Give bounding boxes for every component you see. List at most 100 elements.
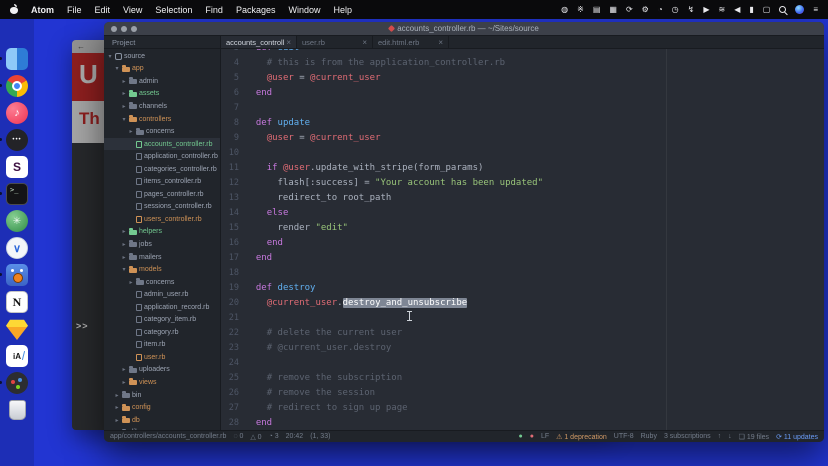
messages-dock-item[interactable]: •••	[6, 129, 28, 151]
menu-help[interactable]: Help	[333, 5, 352, 15]
photos-icon[interactable]: ▤	[593, 6, 601, 14]
bolt-icon[interactable]: ↯	[688, 6, 695, 14]
tree-folder-controllers[interactable]: ▾controllers	[104, 113, 220, 126]
trash-dock-item[interactable]	[6, 399, 28, 421]
subscriptions[interactable]: 3 subscriptions	[664, 433, 711, 440]
grid-icon[interactable]: ▦	[609, 6, 617, 14]
code-text: end	[245, 236, 283, 251]
line-ending[interactable]: LF	[541, 433, 549, 440]
tree-file-sessions_controller.rb[interactable]: sessions_controller.rb	[104, 201, 220, 214]
menu-edit[interactable]: Edit	[95, 5, 111, 15]
tree-file-items_controller.rb[interactable]: items_controller.rb	[104, 175, 220, 188]
notion-dock-item[interactable]: N	[6, 291, 28, 313]
ia-dock-item[interactable]: iA	[6, 345, 28, 367]
apple-menu-icon[interactable]	[10, 5, 18, 14]
face-dock-item[interactable]	[6, 264, 28, 286]
grammar[interactable]: Ruby	[641, 433, 657, 440]
tree-file-accounts_controller.rb[interactable]: accounts_controller.rb	[104, 138, 220, 151]
tree-file-admin_user.rb[interactable]: admin_user.rb	[104, 288, 220, 301]
menu-file[interactable]: File	[67, 5, 82, 15]
tab-user.rb[interactable]: user.rb×	[297, 36, 373, 48]
tree-file-category.rb[interactable]: category.rb	[104, 326, 220, 339]
arrow-up-icon[interactable]: ↑	[718, 433, 722, 440]
slack-dock-item[interactable]: S	[6, 156, 28, 178]
tree-folder-concerns[interactable]: ▸concerns	[104, 125, 220, 138]
media-dock-item[interactable]	[6, 372, 28, 394]
tree-folder-views[interactable]: ▸views	[104, 376, 220, 389]
code-editor[interactable]: 3 def edit4 # this is from the applicati…	[221, 49, 824, 430]
menu-packages[interactable]: Packages	[236, 5, 276, 15]
close-icon[interactable]: ×	[438, 38, 443, 47]
encoding[interactable]: UTF-8	[614, 433, 634, 440]
tree-folder-uploaders[interactable]: ▸uploaders	[104, 364, 220, 377]
diagnostic-info-icon[interactable]: ◔ 3	[269, 433, 279, 440]
battery-icon[interactable]: ▮	[749, 6, 753, 14]
tree-folder-channels[interactable]: ▸channels	[104, 100, 220, 113]
close-icon[interactable]: ×	[362, 38, 367, 47]
tree-file-pages_controller.rb[interactable]: pages_controller.rb	[104, 188, 220, 201]
close-icon[interactable]: ×	[286, 38, 291, 47]
tree-file-user.rb[interactable]: user.rb	[104, 351, 220, 364]
gear-icon[interactable]: ⚙	[642, 6, 649, 14]
project-tab[interactable]: Project	[104, 36, 220, 49]
deprecation-warning[interactable]: ⚠ 1 deprecation	[556, 433, 607, 441]
knot-dock-item[interactable]: ✳	[6, 210, 28, 232]
paw-icon[interactable]: ※	[577, 6, 584, 14]
menu-selection[interactable]: Selection	[155, 5, 192, 15]
clock-icon[interactable]: ◷	[672, 6, 679, 14]
tree-folder-assets[interactable]: ▸assets	[104, 88, 220, 101]
tree-folder-mailers[interactable]: ▸mailers	[104, 251, 220, 264]
tree-folder-config[interactable]: ▸config	[104, 401, 220, 414]
title-bar[interactable]: accounts_controller.rb — ~/Sites/source	[104, 22, 824, 36]
menu-find[interactable]: Find	[205, 5, 223, 15]
finder-dock-item[interactable]	[6, 48, 28, 70]
tree-folder-concerns[interactable]: ▸concerns	[104, 276, 220, 289]
menu-view[interactable]: View	[123, 5, 142, 15]
tab-accounts_controller.rb[interactable]: accounts_controller.rb×	[221, 36, 297, 48]
terminal-dock-item[interactable]: >_	[6, 183, 28, 205]
menu-list-icon[interactable]: ≡	[813, 6, 818, 14]
tree-folder-helpers[interactable]: ▸helpers	[104, 226, 220, 239]
menu-atom[interactable]: Atom	[31, 5, 54, 15]
minimize-button[interactable]	[121, 26, 127, 32]
diagnostic-ok-icon[interactable]: ◌ 0	[233, 433, 243, 440]
chevron-dock-item[interactable]: ∨	[6, 237, 28, 259]
tree-folder-app[interactable]: ▾app	[104, 63, 220, 76]
cursor-position[interactable]: 20:42	[286, 433, 304, 440]
tree-folder-jobs[interactable]: ▸jobs	[104, 238, 220, 251]
updates-count[interactable]: ⟳ 11 updates	[776, 433, 818, 441]
tree-file-users_controller.rb[interactable]: users_controller.rb	[104, 213, 220, 226]
chrome-dock-item[interactable]	[6, 75, 28, 97]
tree-folder-models[interactable]: ▾models	[104, 263, 220, 276]
tree-file-item.rb[interactable]: item.rb	[104, 339, 220, 352]
close-button[interactable]	[111, 26, 117, 32]
sketch-dock-item[interactable]	[6, 318, 28, 340]
zoom-button[interactable]	[131, 26, 137, 32]
sync-icon[interactable]: ⟳	[626, 6, 633, 14]
timer-icon[interactable]: ◔	[658, 6, 663, 14]
display-icon[interactable]: ▢	[763, 6, 771, 14]
tree-folder-db[interactable]: ▸db	[104, 414, 220, 427]
music-dock-item[interactable]: ♪	[6, 102, 28, 124]
tree-file-application_record.rb[interactable]: application_record.rb	[104, 301, 220, 314]
search-icon[interactable]	[779, 6, 786, 13]
diagnostic-warning-icon[interactable]: △ 0	[250, 433, 261, 441]
tree-folder-source[interactable]: ▾source	[104, 50, 220, 63]
tree-folder-bin[interactable]: ▸bin	[104, 389, 220, 402]
git-status-icon[interactable]: ●	[518, 433, 522, 440]
tree-file-categories_controller.rb[interactable]: categories_controller.rb	[104, 163, 220, 176]
tree-folder-admin[interactable]: ▸admin	[104, 75, 220, 88]
siri-icon[interactable]	[795, 5, 804, 14]
location-icon[interactable]: ▶	[703, 6, 709, 14]
record-icon[interactable]: ●	[530, 433, 534, 440]
arrow-down-icon[interactable]: ↓	[728, 433, 732, 440]
volume-icon[interactable]: ◀	[734, 6, 740, 14]
wifi-icon[interactable]: ≋	[719, 6, 726, 14]
tab-edit.html.erb[interactable]: edit.html.erb×	[373, 36, 449, 48]
files-count[interactable]: ❏ 19 files	[739, 433, 769, 441]
info-icon[interactable]: ◍	[561, 6, 568, 14]
tree-file-application_controller.rb[interactable]: application_controller.rb	[104, 150, 220, 163]
tree-file-category_item.rb[interactable]: category_item.rb	[104, 313, 220, 326]
statusbar-file-path[interactable]: app/controllers/accounts_controller.rb	[110, 433, 226, 440]
menu-window[interactable]: Window	[288, 5, 320, 15]
